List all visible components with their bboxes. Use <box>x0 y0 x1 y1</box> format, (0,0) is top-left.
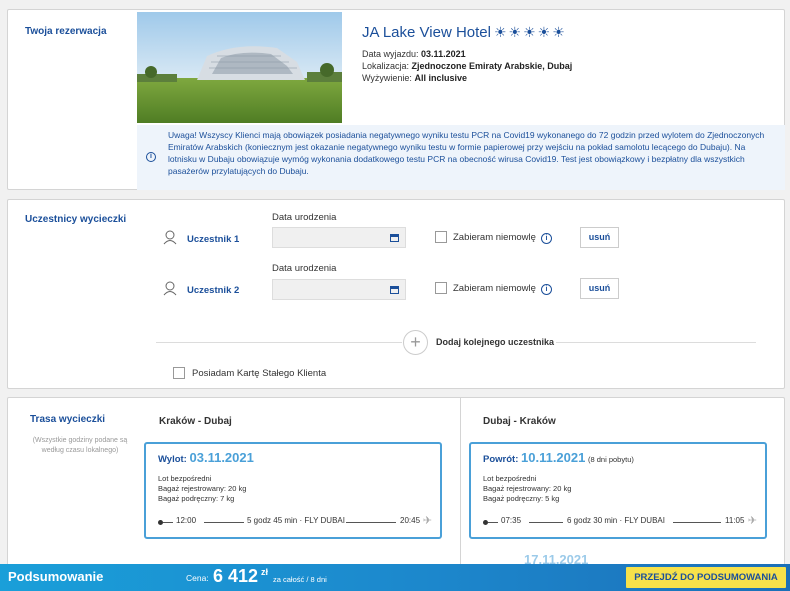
summary-title: Podsumowanie <box>8 569 104 584</box>
price-label: Cena: <box>186 573 209 583</box>
return-flight-card[interactable]: Powrót: 10.11.2021 (8 dni pobytu) Lot be… <box>469 442 767 539</box>
info-icon[interactable]: i <box>541 284 552 295</box>
add-participant-button[interactable]: Dodaj kolejnego uczestnika <box>436 337 554 347</box>
return-head-label: Powrót: <box>483 454 519 465</box>
divider <box>156 342 402 343</box>
board-line: Wyżywienie: All inclusive <box>362 72 572 84</box>
go-to-summary-button[interactable]: PRZEJDŹ DO PODSUMOWANIA <box>626 567 786 588</box>
outbound-bag-checked: Bagaż rejestrowany: 20 kg <box>158 484 247 493</box>
outbound-date: 03.11.2021 <box>189 450 254 465</box>
timeline-line <box>488 522 498 523</box>
return-timeline: 07:35 6 godz 30 min · FLY DUBAI 11:05 ✈ <box>483 515 757 528</box>
participants-card: Uczestnicy wycieczki Uczestnik 1 Data ur… <box>7 199 785 389</box>
outbound-dep-time: 12:00 <box>176 516 197 525</box>
return-bag-checked: Bagaż rejestrowany: 20 kg <box>483 484 572 493</box>
participant-1-dob-input[interactable] <box>272 227 406 248</box>
info-icon: i <box>146 152 156 162</box>
departure-label: Data wyjazdu: <box>362 49 419 59</box>
person-icon <box>163 230 177 245</box>
route-title: Trasa wycieczki <box>30 414 106 425</box>
return-arr-time: 11:05 <box>725 516 745 525</box>
divider <box>460 398 461 591</box>
plane-icon: ✈ <box>747 515 757 527</box>
divider <box>556 342 756 343</box>
participant-2-dob-input[interactable] <box>272 279 406 300</box>
timeline-line <box>204 522 244 523</box>
route-card: Trasa wycieczki (Wszystkie godziny podan… <box>7 397 785 591</box>
hotel-photo-image <box>137 12 342 123</box>
outbound-head-label: Wylot: <box>158 454 187 465</box>
participant-1-infant-label[interactable]: Zabieram niemowlę <box>453 232 536 243</box>
participant-2-infant-label[interactable]: Zabieram niemowlę <box>453 283 536 294</box>
participant-2-dob-label: Data urodzenia <box>272 263 337 274</box>
loyalty-card-label[interactable]: Posiadam Kartę Stałego Klienta <box>192 368 326 379</box>
info-icon[interactable]: i <box>541 233 552 244</box>
calendar-icon[interactable] <box>390 286 399 294</box>
reservation-title: Twoja rezerwacja <box>25 26 107 37</box>
loyalty-card-checkbox[interactable] <box>173 367 185 379</box>
return-extra: (8 dni pobytu) <box>588 455 634 464</box>
board-value: All inclusive <box>414 73 467 83</box>
participants-title: Uczestnicy wycieczki <box>25 214 127 225</box>
participant-2-remove-button[interactable]: usuń <box>580 278 619 299</box>
return-duration: 6 godz 30 min · FLY DUBAI <box>567 516 665 525</box>
route-time-note: (Wszystkie godziny podane są według czas… <box>32 437 128 454</box>
price-note: za całość / 8 dni <box>273 575 327 584</box>
add-participant-icon[interactable]: + <box>403 330 428 355</box>
person-icon <box>163 281 177 296</box>
return-head: Powrót: 10.11.2021 (8 dni pobytu) <box>483 450 634 465</box>
hotel-name[interactable]: JA Lake View Hotel <box>362 24 491 41</box>
return-bag-hand: Bagaż podręczny: 5 kg <box>483 494 560 503</box>
reservation-info: Data wyjazdu: 03.11.2021 Lokalizacja: Zj… <box>362 48 572 84</box>
outbound-flight-card[interactable]: Wylot: 03.11.2021 Lot bezpośredni Bagaż … <box>144 442 442 539</box>
hotel-stars: ☀☀☀☀☀ <box>494 24 567 40</box>
price-currency: zł <box>261 567 269 577</box>
participant-1-name: Uczestnik 1 <box>187 234 240 245</box>
outbound-details: Lot bezpośredni Bagaż rejestrowany: 20 k… <box>158 474 246 504</box>
location-value: Zjednoczone Emiraty Arabskie, Dubaj <box>411 61 573 71</box>
plane-icon: ✈ <box>422 515 432 527</box>
location-label: Lokalizacja: <box>362 61 410 71</box>
departure-value: 03.11.2021 <box>421 49 466 59</box>
board-label: Wyżywienie: <box>362 73 412 83</box>
outbound-timeline: 12:00 5 godz 45 min · FLY DUBAI 20:45 ✈ <box>158 515 432 528</box>
summary-bar: Podsumowanie Cena: 6 412 zł za całość / … <box>0 564 790 591</box>
return-type: Lot bezpośredni <box>483 474 537 483</box>
outbound-arr-time: 20:45 <box>400 516 421 525</box>
return-route-title: Dubaj - Kraków <box>483 416 556 427</box>
participant-2-infant-checkbox[interactable] <box>435 282 447 294</box>
timeline-line <box>346 522 396 523</box>
outbound-type: Lot bezpośredni <box>158 474 212 483</box>
return-date: 10.11.2021 <box>521 450 586 465</box>
location-line: Lokalizacja: Zjednoczone Emiraty Arabski… <box>362 60 572 72</box>
return-details: Lot bezpośredni Bagaż rejestrowany: 20 k… <box>483 474 571 504</box>
participant-1-infant-checkbox[interactable] <box>435 231 447 243</box>
covid-notice-text: Uwaga! Wszyscy Klienci mają obowiązek po… <box>168 130 765 176</box>
timeline-line <box>529 522 563 523</box>
timeline-line <box>673 522 721 523</box>
outbound-head: Wylot: 03.11.2021 <box>158 450 254 465</box>
calendar-icon[interactable] <box>390 234 399 242</box>
departure-line: Data wyjazdu: 03.11.2021 <box>362 48 572 60</box>
participant-1-remove-button[interactable]: usuń <box>580 227 619 248</box>
participant-2-name: Uczestnik 2 <box>187 285 240 296</box>
outbound-route-title: Kraków - Dubaj <box>159 416 232 427</box>
reservation-card: Twoja rezerwacja JA Lake View Hotel ☀☀☀☀… <box>7 9 785 190</box>
participant-1-dob-label: Data urodzenia <box>272 212 337 223</box>
timeline-line <box>163 522 173 523</box>
price-value: 6 412 <box>213 566 259 586</box>
outbound-bag-hand: Bagaż podręczny: 7 kg <box>158 494 235 503</box>
return-dep-time: 07:35 <box>501 516 522 525</box>
hotel-photo[interactable] <box>137 12 342 123</box>
outbound-duration: 5 godz 45 min · FLY DUBAI <box>247 516 345 525</box>
